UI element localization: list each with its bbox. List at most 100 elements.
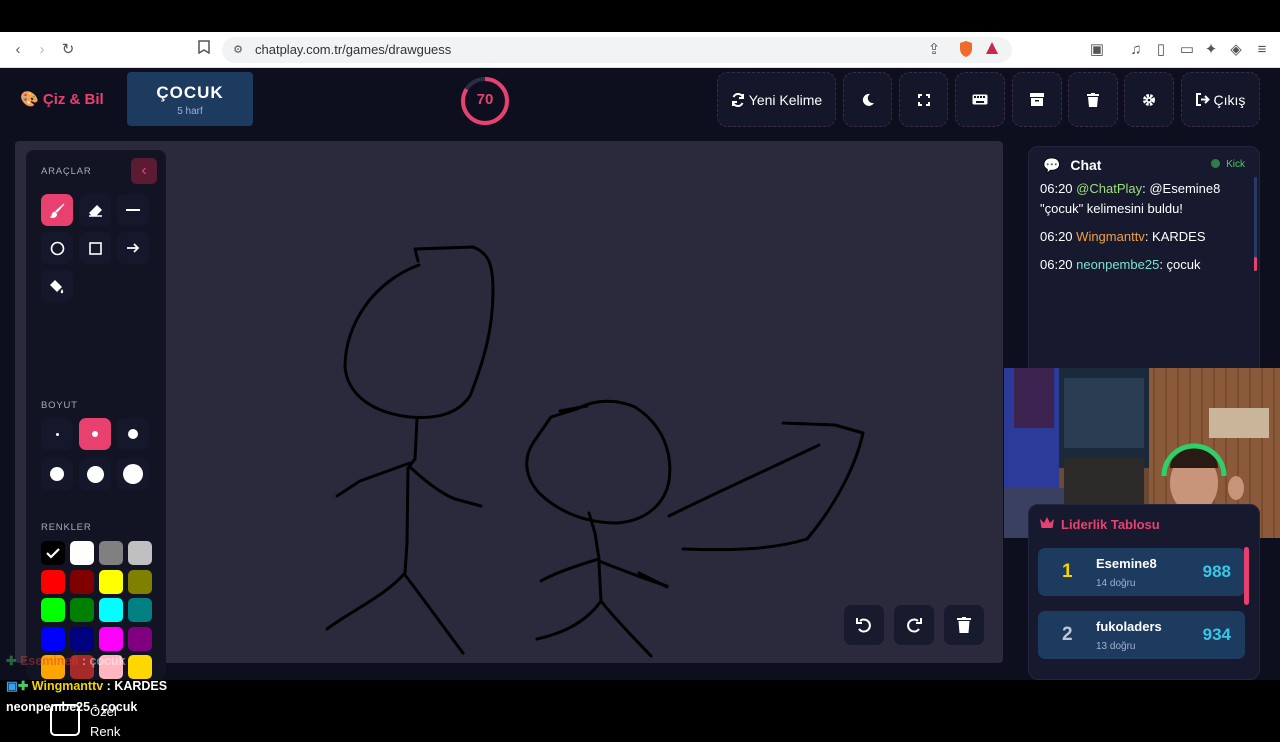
color-swatch[interactable]	[128, 569, 152, 594]
color-swatch[interactable]	[41, 541, 65, 565]
back-arrow-icon[interactable]: ‹	[8, 40, 28, 60]
overlay-text: KARDES	[114, 679, 168, 693]
new-word-label: Yeni Kelime	[748, 91, 823, 108]
size-xl-option[interactable]	[79, 458, 111, 490]
archive-button[interactable]	[1012, 72, 1062, 127]
word-hint: 5 harf	[177, 106, 203, 117]
color-swatch[interactable]	[41, 626, 65, 651]
fill-tool[interactable]	[41, 270, 73, 302]
collapse-panel-button[interactable]: ‹	[131, 158, 157, 184]
color-swatch[interactable]	[99, 598, 123, 622]
address-bar[interactable]: ⚙ chatplay.com.tr/games/drawguess ⇪	[222, 37, 1012, 63]
square-icon	[88, 241, 102, 255]
size-dot	[128, 429, 138, 439]
correct-count: 13 doğru	[1096, 641, 1136, 652]
platform-label: Kick	[1226, 159, 1245, 170]
brush-icon	[49, 203, 64, 218]
exit-button[interactable]: Çıkış	[1181, 72, 1260, 127]
chat-scrollbar[interactable]	[1254, 177, 1257, 271]
player-name: fukoladers	[1096, 619, 1162, 634]
current-word: ÇOCUK	[156, 83, 224, 102]
color-swatch[interactable]	[41, 598, 65, 622]
settings-button[interactable]	[1124, 72, 1174, 127]
stream-chat-overlay: ✚ Esemine8 : çocuk ▣✚ Wingmanttv : KARDE…	[0, 650, 560, 720]
wallet-icon[interactable]: ▭	[1177, 40, 1197, 60]
exit-icon	[1195, 93, 1210, 106]
redo-button[interactable]	[894, 605, 934, 645]
media-icon[interactable]: ♫	[1126, 40, 1146, 60]
msg-user: neonpembe25	[1076, 257, 1160, 272]
msg-text: KARDES	[1152, 229, 1206, 244]
color-swatch[interactable]	[128, 598, 152, 622]
eraser-tool[interactable]	[79, 194, 111, 226]
size-m-option[interactable]	[117, 418, 149, 450]
forward-arrow-icon[interactable]: ›	[32, 40, 52, 60]
overlay-chat-line: neonpembe25 : çocuk	[6, 700, 138, 714]
leaderboard-scrollbar[interactable]	[1244, 547, 1249, 605]
share-icon[interactable]: ⇪	[924, 40, 944, 60]
line-icon	[126, 208, 140, 211]
brave-rewards-icon[interactable]	[982, 40, 1002, 60]
chat-bubbles-icon: 💬	[1043, 157, 1061, 173]
clear-button[interactable]	[1068, 72, 1118, 127]
palette-icon: 🎨	[20, 91, 39, 108]
brush-tool[interactable]	[41, 194, 73, 226]
browser-toolbar: ‹ › ↻ ⚙ chatplay.com.tr/games/drawguess …	[0, 32, 1280, 68]
brave-shield-icon[interactable]	[956, 40, 976, 60]
player-name: Esemine8	[1096, 556, 1157, 571]
msg-text: çocuk	[1166, 257, 1201, 272]
size-s-option[interactable]	[79, 418, 111, 450]
leo-ai-icon[interactable]: ✦	[1201, 40, 1221, 60]
bookmark-icon[interactable]	[194, 40, 214, 60]
chat-scrollbar-thumb[interactable]	[1254, 257, 1257, 271]
menu-icon[interactable]: ≡	[1252, 40, 1272, 60]
gear-icon	[1143, 93, 1155, 106]
rectangle-tool[interactable]	[79, 232, 111, 264]
undo-button[interactable]	[844, 605, 884, 645]
url-text[interactable]: chatplay.com.tr/games/drawguess	[255, 42, 451, 57]
timer: 70	[460, 76, 510, 126]
color-swatch[interactable]	[70, 541, 94, 565]
size-xxl-option[interactable]	[117, 458, 149, 490]
site-settings-icon[interactable]: ⚙	[228, 40, 248, 60]
color-swatch[interactable]	[99, 626, 123, 651]
fullscreen-icon	[917, 93, 930, 106]
reader-mode-icon[interactable]: ▣	[1087, 40, 1107, 60]
top-black-bar	[0, 0, 1280, 32]
sidebar-icon[interactable]: ▯	[1151, 40, 1171, 60]
leaderboard-row: 2 fukoladers 13 doğru 934	[1038, 611, 1245, 659]
chat-message: 06:20 @ChatPlay: @Esemine8 "çocuk" kelim…	[1040, 181, 1221, 216]
vpn-icon[interactable]: ◈	[1226, 40, 1246, 60]
new-word-button[interactable]: Yeni Kelime	[717, 72, 836, 127]
line-tool[interactable]	[117, 194, 149, 226]
circle-tool[interactable]	[41, 232, 73, 264]
logo-text: Çiz & Bil	[42, 91, 104, 108]
color-swatch[interactable]	[128, 626, 152, 651]
word-display: ÇOCUK 5 harf	[127, 72, 253, 126]
arrow-tool[interactable]	[117, 232, 149, 264]
size-dot	[86, 465, 104, 483]
overlay-text: çocuk	[101, 700, 138, 714]
reload-icon[interactable]: ↻	[58, 40, 78, 60]
color-swatch[interactable]	[99, 569, 123, 594]
leaderboard-row: 1 Esemine8 14 doğru 988	[1038, 548, 1245, 596]
fullscreen-button[interactable]	[899, 72, 948, 127]
color-swatch[interactable]	[128, 541, 152, 565]
overlay-user: Wingmanttv	[31, 679, 104, 693]
msg-time: 06:20	[1040, 181, 1073, 196]
color-swatch[interactable]	[41, 569, 65, 594]
tools-panel: ARAÇLAR ‹ BOYUT RENKLER Özel Renk	[26, 150, 166, 739]
game-app: 🎨 Çiz & Bil ÇOCUK 5 harf 70 Yeni Kelime	[0, 68, 1280, 739]
size-xs-option[interactable]	[41, 418, 73, 450]
size-l-option[interactable]	[41, 458, 73, 490]
color-swatch[interactable]	[70, 626, 94, 651]
color-swatch[interactable]	[70, 598, 94, 622]
color-swatch[interactable]	[70, 569, 94, 594]
logo[interactable]: 🎨 Çiz & Bil	[20, 90, 104, 108]
delete-canvas-button[interactable]	[944, 605, 984, 645]
keyboard-button[interactable]	[955, 72, 1005, 127]
color-swatch[interactable]	[99, 541, 123, 565]
archive-icon	[1030, 93, 1044, 106]
dark-mode-button[interactable]	[843, 72, 892, 127]
trash-icon	[1087, 92, 1099, 107]
